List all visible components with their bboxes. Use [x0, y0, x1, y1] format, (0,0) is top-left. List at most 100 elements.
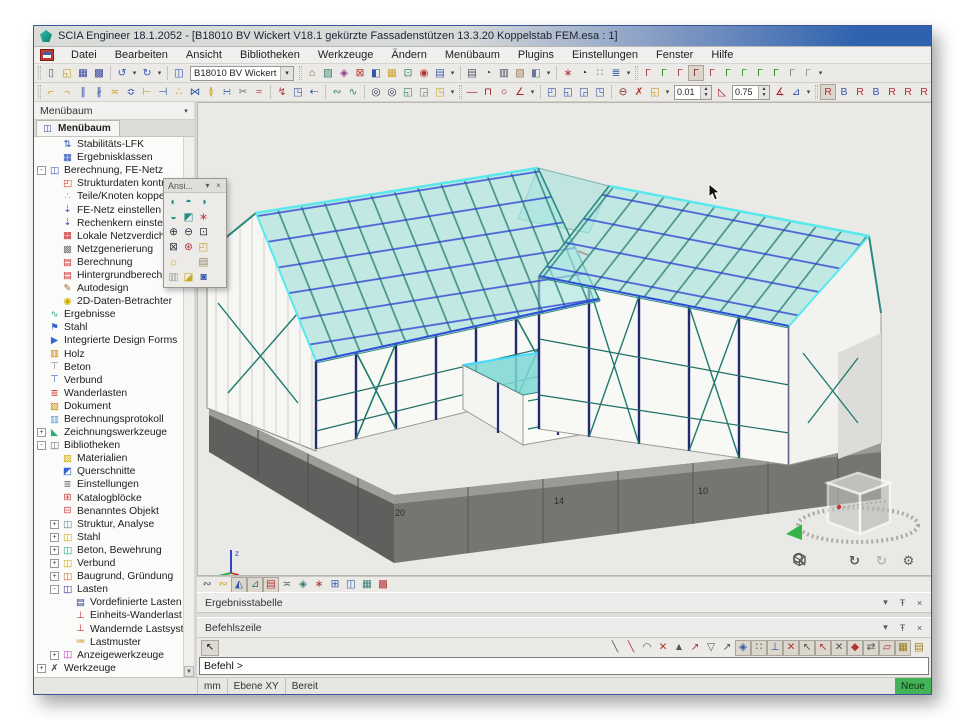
tree-item-materialien[interactable]: ▧ Materialien	[34, 452, 183, 465]
undo-dropdown-icon[interactable]: ▾	[130, 65, 139, 81]
tree-item-beton-bewehrung[interactable]: + ◫ Beton, Bewehrung	[34, 544, 183, 557]
tab-paint-icon[interactable]: ◈	[295, 577, 311, 593]
node-tool-11-icon[interactable]: ≬	[203, 84, 219, 100]
view-save-icon[interactable]: ◰	[196, 240, 211, 255]
snap-node-icon[interactable]: ↖	[799, 640, 815, 656]
tab-section-icon[interactable]: ⊿	[247, 577, 263, 593]
orbit-icon[interactable]: ↻	[846, 552, 863, 569]
view-x-icon[interactable]: ◐	[166, 195, 181, 210]
floating-view-toolbar[interactable]: Ansi... ▾ × ◐◓◑◒◩∗⊕⊖⊡⊠⊛◰☼▤▥◪◙	[163, 178, 227, 288]
tree-item-katalogblöcke[interactable]: ⊞ Katalogblöcke	[34, 492, 183, 505]
zoom-window-icon[interactable]: ⊡	[196, 225, 211, 240]
command-input[interactable]: Befehl >	[199, 657, 929, 675]
picture-icon[interactable]: ◧	[528, 65, 544, 81]
steel-check-3-icon[interactable]: Γ	[672, 65, 688, 81]
back-icon[interactable]: ⇠	[306, 84, 322, 100]
copy-props-icon[interactable]: ◱	[400, 84, 416, 100]
status-plane[interactable]: Ebene XY	[228, 678, 286, 694]
menu-item-bearbeiten[interactable]: Bearbeiten	[106, 48, 177, 62]
new-project-icon[interactable]: ▯	[43, 65, 59, 81]
menu-item-ändern[interactable]: Ändern	[382, 48, 435, 62]
tree-item-beton[interactable]: ⊤ Beton	[34, 361, 183, 374]
view-perspective-icon[interactable]: ◩	[181, 210, 196, 225]
tree-item-werkzeuge[interactable]: + ✗ Werkzeuge	[34, 662, 183, 675]
rib-tool-7-icon[interactable]: R	[916, 84, 931, 100]
tree-item-fe-netz-einstellen[interactable]: ⇣ FE-Netz einstellen	[34, 203, 183, 216]
rib-tool-4-icon[interactable]: B	[868, 84, 884, 100]
tree-expand-toggle[interactable]: +	[50, 572, 59, 581]
snap-vertex-icon[interactable]: ▲	[671, 640, 687, 656]
erase-icon[interactable]: ✗	[631, 84, 647, 100]
tree-item-netzgenerierung[interactable]: ▩ Netzgenerierung	[34, 243, 183, 256]
tree-expand-toggle[interactable]: +	[50, 520, 59, 529]
tab-gauge-icon[interactable]: ≍	[279, 577, 295, 593]
tree-expand-toggle[interactable]: -	[37, 441, 46, 450]
sidebar-dropdown-arrow-icon[interactable]: ▾	[180, 107, 192, 115]
rib-tool-2-icon[interactable]: B	[836, 84, 852, 100]
snap-point-icon[interactable]: ◆	[847, 640, 863, 656]
steel-check-11-icon[interactable]: Γ	[800, 65, 816, 81]
panel-collapse-icon[interactable]: ▾	[878, 596, 893, 610]
tree-item-stahl[interactable]: + ◫ Stahl	[34, 531, 183, 544]
save-icon[interactable]: ▩	[91, 65, 107, 81]
menu-item-plugins[interactable]: Plugins	[509, 48, 563, 62]
toolbar-grip[interactable]	[38, 85, 41, 99]
tree-item-baugrund-gründung[interactable]: + ◫ Baugrund, Gründung	[34, 570, 183, 583]
print-preview-icon[interactable]: ◔	[480, 65, 496, 81]
tree-item-holz[interactable]: ▥ Holz	[34, 348, 183, 361]
tree-item-benanntes-objekt[interactable]: ⊟ Benanntes Objekt	[34, 505, 183, 518]
tree-item-struktur-analyse[interactable]: + ◫ Struktur, Analyse	[34, 518, 183, 531]
tree-item-verbund[interactable]: + ◫ Verbund	[34, 557, 183, 570]
tree-item-ergebnisse[interactable]: ∿ Ergebnisse	[34, 308, 183, 321]
rib-tool-6-icon[interactable]: R	[900, 84, 916, 100]
image-copy-icon[interactable]: ▥	[166, 270, 181, 285]
toolbar-grip[interactable]	[38, 66, 41, 80]
measure-dropdown-icon[interactable]: ▾	[804, 84, 813, 100]
panel-close-icon[interactable]: ×	[912, 596, 927, 610]
tree-item-querschnitte[interactable]: ◩ Querschnitte	[34, 465, 183, 478]
move-icon[interactable]: ◰	[544, 84, 560, 100]
view-z-icon[interactable]: ◑	[196, 195, 211, 210]
tree-item-wanderlasten[interactable]: ≣ Wanderlasten	[34, 387, 183, 400]
floating-collapse-icon[interactable]: ▾	[202, 181, 213, 190]
cut-member-icon[interactable]: ✂	[235, 84, 251, 100]
paste-props-icon[interactable]: ◲	[416, 84, 432, 100]
tree-item-dokument[interactable]: ▧ Dokument	[34, 400, 183, 413]
props-arrow-icon[interactable]: ▾	[448, 84, 457, 100]
snap-settings-icon[interactable]: ◈	[735, 640, 751, 656]
steel-check-6-icon[interactable]: Γ	[720, 65, 736, 81]
node-tool-3-icon[interactable]: ∥	[75, 84, 91, 100]
tree-expand-toggle[interactable]: +	[37, 664, 46, 673]
gallery-icon[interactable]: ▧	[512, 65, 528, 81]
node-tool-10-icon[interactable]: ⋈	[187, 84, 203, 100]
rib-tool-1-icon[interactable]: R	[820, 84, 836, 100]
toolbar-grip[interactable]	[459, 85, 462, 99]
tree-item-wandernde-lastsysteme[interactable]: ⊥ Wandernde Lastsysteme	[34, 622, 183, 635]
undo-icon[interactable]: ↺	[114, 65, 130, 81]
tree-item-lokale-netzverdichtung[interactable]: ▦ Lokale Netzverdichtung	[34, 230, 183, 243]
tree-expand-toggle[interactable]: +	[50, 546, 59, 555]
document-icon[interactable]: ▥	[496, 65, 512, 81]
tree-expand-toggle[interactable]: +	[50, 559, 59, 568]
title-bar[interactable]: SCIA Engineer 18.1.2052 - [B18010 BV Wic…	[34, 26, 931, 47]
status-badge-new[interactable]: Neue	[895, 678, 931, 694]
snap-endpoint-icon[interactable]: ╲	[607, 640, 623, 656]
snap-perpendicular-icon[interactable]: ▽	[703, 640, 719, 656]
tools-dropdown-icon[interactable]: ▾	[624, 65, 633, 81]
render-mode-icon[interactable]: ◈	[336, 65, 352, 81]
snap-grid-icon[interactable]: ∷	[751, 640, 767, 656]
tab-grid-icon[interactable]: ▩	[375, 577, 391, 593]
image-capture-icon[interactable]: ▤	[196, 255, 211, 270]
measure-angle-icon[interactable]: ∡	[772, 84, 788, 100]
print-dropdown-icon[interactable]: ▾	[544, 65, 553, 81]
tree-item-stahl[interactable]: ⚑ Stahl	[34, 321, 183, 334]
steel-check-4-icon[interactable]: Γ	[688, 65, 704, 81]
panel-pin-icon[interactable]: Ŧ	[895, 621, 910, 635]
props-dropdown-icon[interactable]: ◳	[432, 84, 448, 100]
menu-item-werkzeuge[interactable]: Werkzeuge	[309, 48, 382, 62]
node-tool-2-icon[interactable]: ¬	[59, 84, 75, 100]
combobox-dropdown-icon[interactable]: ▾	[280, 67, 293, 80]
menu-item-datei[interactable]: Datei	[62, 48, 106, 62]
toolbar-grip[interactable]	[635, 66, 638, 80]
link-views-2-icon[interactable]: ∾	[215, 577, 231, 593]
